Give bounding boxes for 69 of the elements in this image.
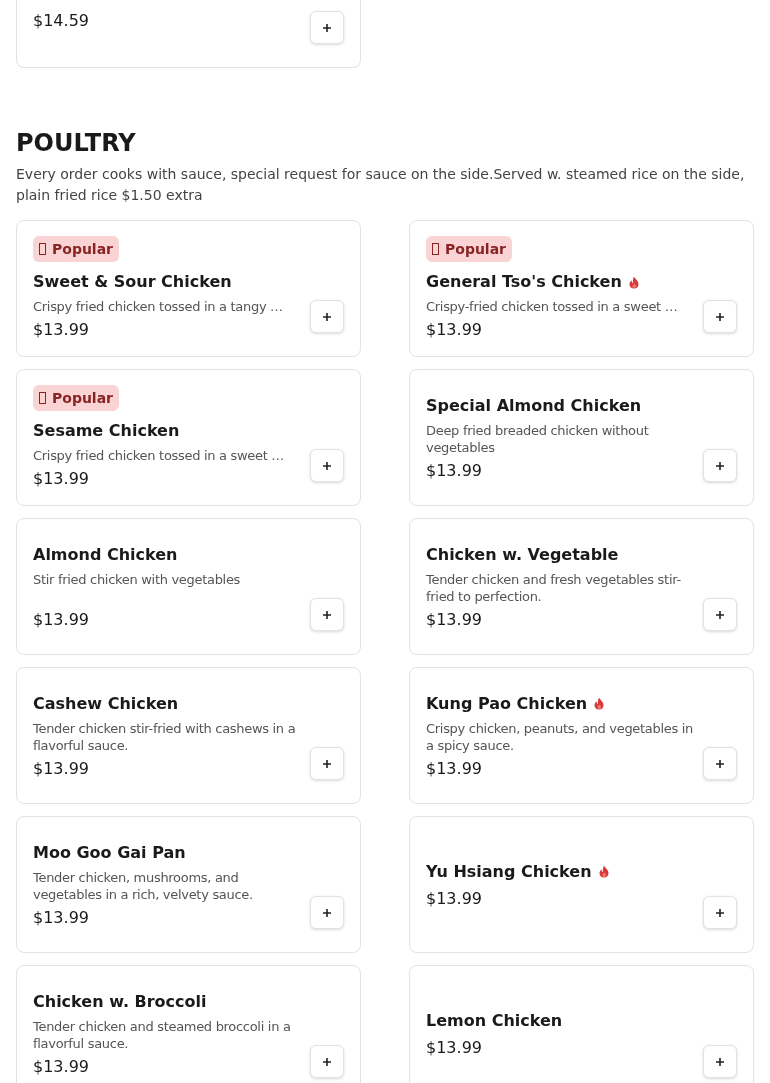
- add-button[interactable]: [310, 1045, 344, 1078]
- item-name: Kung Pao Chicken: [426, 692, 588, 715]
- item-price: $14.59: [33, 10, 89, 32]
- missing-glyph-icon: [39, 392, 46, 404]
- add-button[interactable]: [310, 449, 344, 482]
- add-button[interactable]: [703, 1045, 737, 1078]
- section-title: POULTRY: [16, 128, 137, 158]
- add-button[interactable]: [310, 11, 344, 44]
- item-description: Stir fried chicken with vegetables: [33, 570, 241, 589]
- plus-icon: [322, 460, 332, 471]
- popular-badge: Popular: [33, 385, 120, 411]
- plus-icon: [715, 907, 725, 918]
- item-price: $13.99: [33, 757, 89, 780]
- missing-glyph-icon: [432, 243, 439, 255]
- plus-icon: [715, 1056, 725, 1067]
- item-name: General Tso's Chicken: [426, 271, 622, 293]
- popular-badge: Popular: [426, 236, 513, 262]
- add-button[interactable]: [703, 896, 737, 929]
- item-price: $13.99: [426, 757, 482, 780]
- missing-glyph-icon: [39, 243, 46, 255]
- plus-icon: [322, 758, 332, 769]
- item-name: Almond Chicken: [33, 543, 178, 566]
- item-price: $13.99: [426, 608, 482, 631]
- plus-icon: [322, 311, 332, 322]
- item-name: Chicken w. Broccoli: [33, 990, 207, 1013]
- item-name: Sesame Chicken: [33, 420, 180, 442]
- add-button[interactable]: [703, 300, 737, 333]
- item-price: $13.99: [426, 887, 482, 910]
- plus-icon: [715, 460, 725, 471]
- add-button[interactable]: [310, 747, 344, 780]
- plus-icon: [322, 907, 332, 918]
- item-description: Tender chicken and steamed broccoli in a flavorful sauce.: [33, 1017, 292, 1052]
- item-name: Chicken w. Vegetable: [426, 543, 619, 566]
- add-button[interactable]: [703, 747, 737, 780]
- item-name: Special Almond Chicken: [426, 394, 642, 417]
- add-button[interactable]: [310, 896, 344, 929]
- item-name: Moo Goo Gai Pan: [33, 841, 186, 864]
- item-description: Crispy fried chicken tossed in a sweet …: [33, 447, 285, 464]
- item-name: Yu Hsiang Chicken: [426, 860, 592, 883]
- add-button[interactable]: [310, 300, 344, 333]
- item-description: Crispy-fried chicken tossed in a sweet …: [426, 298, 678, 315]
- item-description: Tender chicken and fresh vegetables stir-fried to perfection.: [426, 570, 682, 605]
- item-price: $13.99: [426, 1036, 482, 1059]
- item-price: $13.99: [33, 608, 89, 631]
- item-description: Crispy fried chicken tossed in a tangy …: [33, 298, 283, 315]
- item-description: Tender chicken, mushrooms, and vegetables in a rich, velvety sauce.: [33, 868, 254, 903]
- section-description: Every order cooks with sauce, special request for sauce on the side.Served w. steamed rice on the side, plain fried rice $1.50 extra: [16, 165, 746, 205]
- plus-icon: [715, 609, 725, 620]
- item-price: $13.99: [33, 319, 89, 341]
- item-name: Sweet & Sour Chicken: [33, 271, 232, 293]
- plus-icon: [715, 758, 725, 769]
- plus-icon: [715, 311, 725, 322]
- item-price: $13.99: [426, 319, 482, 341]
- item-price: $13.99: [33, 1055, 89, 1078]
- item-description: Crispy chicken, peanuts, and vegetables in a spicy sauce.: [426, 719, 695, 754]
- add-button[interactable]: [310, 598, 344, 631]
- add-button[interactable]: [703, 449, 737, 482]
- plus-icon: [322, 609, 332, 620]
- item-price: $13.99: [33, 906, 89, 929]
- plus-icon: [322, 1056, 332, 1067]
- popular-badge: Popular: [33, 236, 120, 262]
- item-description: Tender chicken stir-fried with cashews in a flavorful sauce.: [33, 719, 297, 754]
- item-name: Cashew Chicken: [33, 692, 179, 715]
- item-price: $13.99: [426, 459, 482, 482]
- add-button[interactable]: [703, 598, 737, 631]
- item-price: $13.99: [33, 468, 89, 490]
- item-name: Lemon Chicken: [426, 1009, 563, 1032]
- plus-icon: [322, 22, 332, 33]
- item-description: Deep fried breaded chicken without vegetables: [426, 421, 650, 456]
